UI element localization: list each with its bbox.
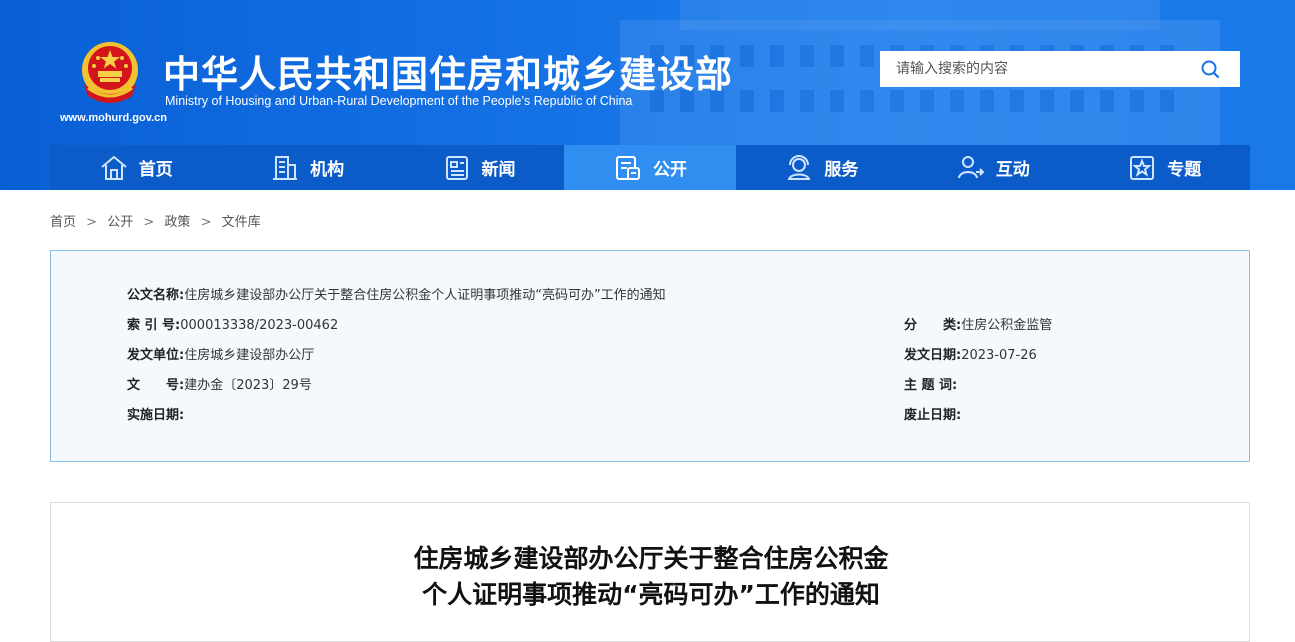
nav-label: 首页 (138, 160, 173, 180)
nav-item-interact[interactable]: 互动 (907, 145, 1078, 190)
main-nav: 首页 机构 新闻 公开 服务 互动 专题 (50, 145, 1250, 190)
building-icon (273, 155, 298, 180)
subject-row: 主 题 词: (904, 374, 957, 393)
document-info-box: 公文名称:住房城乡建设部办公厅关于整合住房公积金个人证明事项推动“亮码可办”工作… (50, 250, 1250, 462)
breadcrumb-separator: > (143, 215, 155, 230)
nav-label: 公开 (652, 160, 687, 180)
content-card: 住房城乡建设部办公厅关于整合住房公积金 个人证明事项推动“亮码可办”工作的通知 (50, 502, 1250, 642)
date-value: 2023-07-26 (961, 348, 1037, 363)
doc-name-value: 住房城乡建设部办公厅关于整合住房公积金个人证明事项推动“亮码可办”工作的通知 (184, 288, 666, 303)
breadcrumb-separator: > (86, 215, 98, 230)
issuer-value: 住房城乡建设部办公厅 (184, 348, 315, 363)
expire-row: 废止日期: (904, 404, 961, 423)
breadcrumb-separator: > (200, 215, 212, 230)
nav-item-home[interactable]: 首页 (50, 145, 221, 190)
topic-icon (1130, 155, 1155, 180)
issuer-label: 发文单位: (127, 348, 185, 363)
nav-label: 服务 (824, 160, 859, 180)
effective-label: 实施日期: (127, 408, 185, 423)
nav-item-topic[interactable]: 专题 (1079, 145, 1250, 190)
search-icon[interactable] (1200, 59, 1220, 79)
docno-label: 文 号: (127, 378, 185, 393)
category-label: 分 类: (904, 318, 962, 333)
doc-name-label: 公文名称: (127, 288, 185, 303)
nav-label: 机构 (310, 160, 345, 180)
document-title-line2: 个人证明事项推动“亮码可办”工作的通知 (422, 580, 880, 609)
breadcrumb-public[interactable]: 公开 (107, 215, 133, 230)
nav-item-news[interactable]: 新闻 (393, 145, 564, 190)
effective-row: 实施日期: (127, 404, 184, 423)
home-icon (101, 155, 127, 180)
document-title-line1: 住房城乡建设部办公厅关于整合住房公积金 (413, 544, 889, 573)
site-title: 中华人民共和国住房和城乡建设部 (163, 53, 733, 96)
document-icon (615, 155, 640, 180)
issuer-row: 发文单位:住房城乡建设部办公厅 (127, 344, 314, 363)
site-url[interactable]: www.mohurd.gov.cn (60, 112, 167, 124)
nav-item-public[interactable]: 公开 (564, 145, 736, 190)
national-emblem-icon (82, 42, 138, 103)
search-input[interactable] (880, 51, 1196, 87)
date-row: 发文日期:2023-07-26 (904, 344, 1037, 363)
nav-label: 专题 (1167, 160, 1202, 180)
interaction-icon (957, 155, 985, 178)
docno-value: 建办金〔2023〕29号 (184, 378, 312, 393)
index-row: 索 引 号:000013338/2023-00462 (127, 314, 338, 333)
breadcrumb-policy[interactable]: 政策 (164, 215, 190, 230)
category-row: 分 类:住房公积金监管 (904, 314, 1052, 333)
date-label: 发文日期: (904, 348, 962, 363)
service-icon (787, 154, 811, 180)
breadcrumb-library[interactable]: 文件库 (222, 215, 261, 230)
index-label: 索 引 号: (127, 318, 181, 333)
nav-label: 互动 (995, 160, 1030, 180)
site-subtitle: Ministry of Housing and Urban-Rural Deve… (165, 94, 633, 108)
docno-row: 文 号:建办金〔2023〕29号 (127, 374, 312, 393)
breadcrumb: 首页 > 公开 > 政策 > 文件库 (50, 211, 261, 230)
expire-label: 废止日期: (904, 408, 962, 423)
nav-item-org[interactable]: 机构 (221, 145, 392, 190)
news-icon (445, 155, 468, 180)
document-title: 住房城乡建设部办公厅关于整合住房公积金 个人证明事项推动“亮码可办”工作的通知 (51, 541, 1251, 613)
search-box (880, 51, 1240, 87)
breadcrumb-home[interactable]: 首页 (50, 215, 76, 230)
nav-label: 新闻 (481, 160, 516, 180)
nav-item-service[interactable]: 服务 (736, 145, 907, 190)
doc-name-row: 公文名称:住房城乡建设部办公厅关于整合住房公积金个人证明事项推动“亮码可办”工作… (127, 284, 666, 303)
subject-label: 主 题 词: (904, 378, 958, 393)
category-value: 住房公积金监管 (961, 318, 1053, 333)
index-value: 000013338/2023-00462 (180, 318, 339, 333)
